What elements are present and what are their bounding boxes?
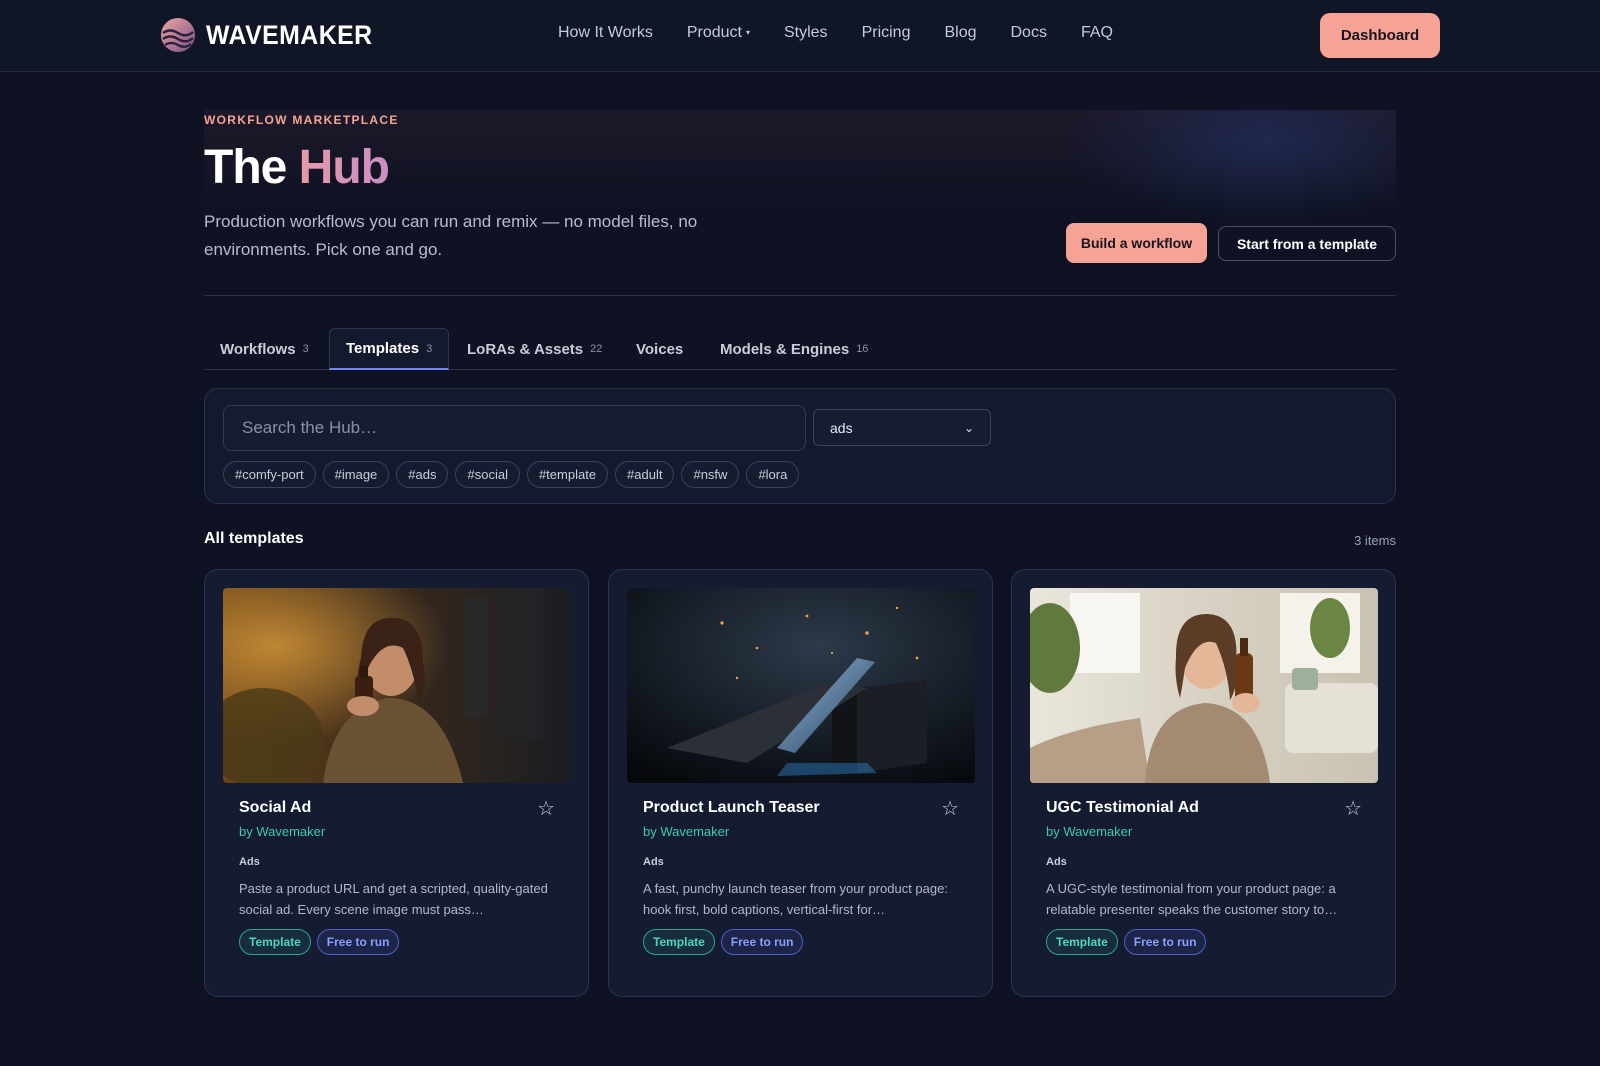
tag-chip[interactable]: #image	[322, 461, 390, 488]
category-select-value: ads	[830, 419, 853, 436]
template-card-product-launch-teaser[interactable]: Product Launch Teaser ☆ by Wavemaker Ads…	[608, 569, 993, 997]
tag-list: #comfy-port #image #ads #social #templat…	[223, 461, 800, 488]
tag-chip[interactable]: #ads	[396, 461, 449, 488]
card-title: UGC Testimonial Ad	[1046, 799, 1199, 816]
card-thumbnail	[223, 588, 571, 783]
card-description: A fast, punchy launch teaser from your p…	[643, 881, 948, 917]
hero-description: Production workflows you can run and rem…	[204, 212, 698, 259]
free-to-run-badge: Free to run	[316, 929, 400, 955]
tab-label: Voices	[636, 340, 684, 358]
hero: WORKFLOW MARKETPLACE The Hub Production …	[204, 110, 1396, 296]
tab-count: 22	[590, 343, 603, 355]
page-title-accent: Hub	[298, 141, 390, 194]
photo-woman-holding-bottle-icon	[223, 588, 571, 783]
nav-blog[interactable]: Blog	[944, 24, 976, 42]
tab-loras-assets[interactable]: LoRAs & Assets 22	[451, 328, 618, 370]
page-title: The Hub	[204, 140, 390, 195]
tab-models-engines[interactable]: Models & Engines 16	[704, 328, 884, 370]
template-badge: Template	[239, 929, 311, 955]
template-badge: Template	[1046, 929, 1118, 955]
filter-panel: ads ⌄ #comfy-port #image #ads #social #t…	[204, 388, 1396, 504]
card-category: Ads	[1046, 856, 1067, 868]
tag-chip[interactable]: #social	[455, 461, 520, 488]
search-input[interactable]	[223, 405, 806, 451]
nav-faq[interactable]: FAQ	[1081, 24, 1113, 42]
build-workflow-button[interactable]: Build a workflow	[1066, 223, 1207, 263]
card-title: Social Ad	[239, 799, 312, 816]
template-card-ugc-testimonial-ad[interactable]: UGC Testimonial Ad ☆ by Wavemaker Ads A …	[1011, 569, 1396, 997]
hub-tabs: Workflows 3 Templates 3 LoRAs & Assets 22 V…	[204, 328, 1396, 370]
card-thumbnail	[627, 588, 975, 783]
nav-styles[interactable]: Styles	[784, 24, 828, 42]
wavemaker-logo-icon	[161, 18, 195, 52]
card-badges: Template Free to run	[1046, 929, 1207, 955]
tab-label: Templates	[346, 340, 420, 357]
tag-chip[interactable]: #lora	[746, 461, 800, 488]
top-nav: WAVEMAKER How It Works Product ▾ Styles P…	[0, 0, 1600, 72]
tab-count: 3	[426, 342, 433, 355]
nav-product[interactable]: Product ▾	[687, 24, 750, 42]
tab-count: 16	[856, 343, 869, 355]
card-badges: Template Free to run	[239, 929, 400, 955]
template-card-social-ad[interactable]: Social Ad ☆ by Wavemaker Ads Paste a pro…	[204, 569, 589, 997]
tab-label: LoRAs & Assets	[467, 340, 584, 358]
tab-label: Workflows	[220, 340, 296, 358]
card-title: Product Launch Teaser	[643, 799, 820, 816]
tag-chip[interactable]: #nsfw	[681, 461, 740, 488]
free-to-run-badge: Free to run	[720, 929, 804, 955]
tab-workflows[interactable]: Workflows 3	[204, 328, 325, 370]
star-icon[interactable]: ☆	[941, 796, 959, 821]
category-select[interactable]: ads ⌄	[813, 409, 991, 446]
chevron-down-icon: ▾	[745, 28, 750, 38]
card-badges: Template Free to run	[643, 929, 804, 955]
chevron-down-icon: ⌄	[963, 420, 974, 435]
card-description: Paste a product URL and get a scripted, …	[239, 881, 548, 917]
template-badge: Template	[643, 929, 715, 955]
tab-templates[interactable]: Templates 3	[329, 328, 450, 370]
photo-product-device-icon	[627, 588, 975, 783]
card-thumbnail	[1030, 588, 1378, 783]
free-to-run-badge: Free to run	[1123, 929, 1207, 955]
brand-name: WAVEMAKER	[206, 19, 373, 50]
photo-selfie-woman-bottle-icon	[1030, 588, 1378, 783]
nav-docs[interactable]: Docs	[1011, 24, 1047, 42]
tab-voices[interactable]: Voices	[620, 328, 699, 370]
brand[interactable]: WAVEMAKER	[160, 17, 387, 53]
tab-label: Models & Engines	[720, 340, 850, 358]
tab-count: 3	[302, 343, 309, 355]
nav-links: How It Works Product ▾ Styles Pricing Blo…	[558, 24, 1113, 42]
dashboard-button[interactable]: Dashboard	[1320, 13, 1440, 58]
section-title: All templates	[204, 530, 304, 547]
page-title-main: The	[204, 141, 299, 194]
star-icon[interactable]: ☆	[537, 796, 555, 821]
star-icon[interactable]: ☆	[1344, 796, 1362, 821]
card-author[interactable]: by Wavemaker	[643, 824, 729, 839]
card-category: Ads	[643, 856, 664, 868]
nav-product-label: Product	[686, 24, 742, 41]
card-category: Ads	[239, 856, 260, 868]
card-author[interactable]: by Wavemaker	[1046, 824, 1132, 839]
hero-eyebrow: WORKFLOW MARKETPLACE	[204, 113, 399, 127]
card-description: A UGC-style testimonial from your produc…	[1046, 881, 1338, 917]
tag-chip[interactable]: #template	[526, 461, 609, 488]
tag-chip[interactable]: #comfy-port	[223, 461, 316, 488]
nav-pricing[interactable]: Pricing	[862, 24, 911, 42]
start-from-template-button[interactable]: Start from a template	[1218, 226, 1396, 261]
tag-chip[interactable]: #adult	[615, 461, 675, 488]
card-author[interactable]: by Wavemaker	[239, 824, 325, 839]
item-count: 3 items	[1354, 533, 1396, 548]
nav-how-it-works[interactable]: How It Works	[558, 24, 653, 42]
